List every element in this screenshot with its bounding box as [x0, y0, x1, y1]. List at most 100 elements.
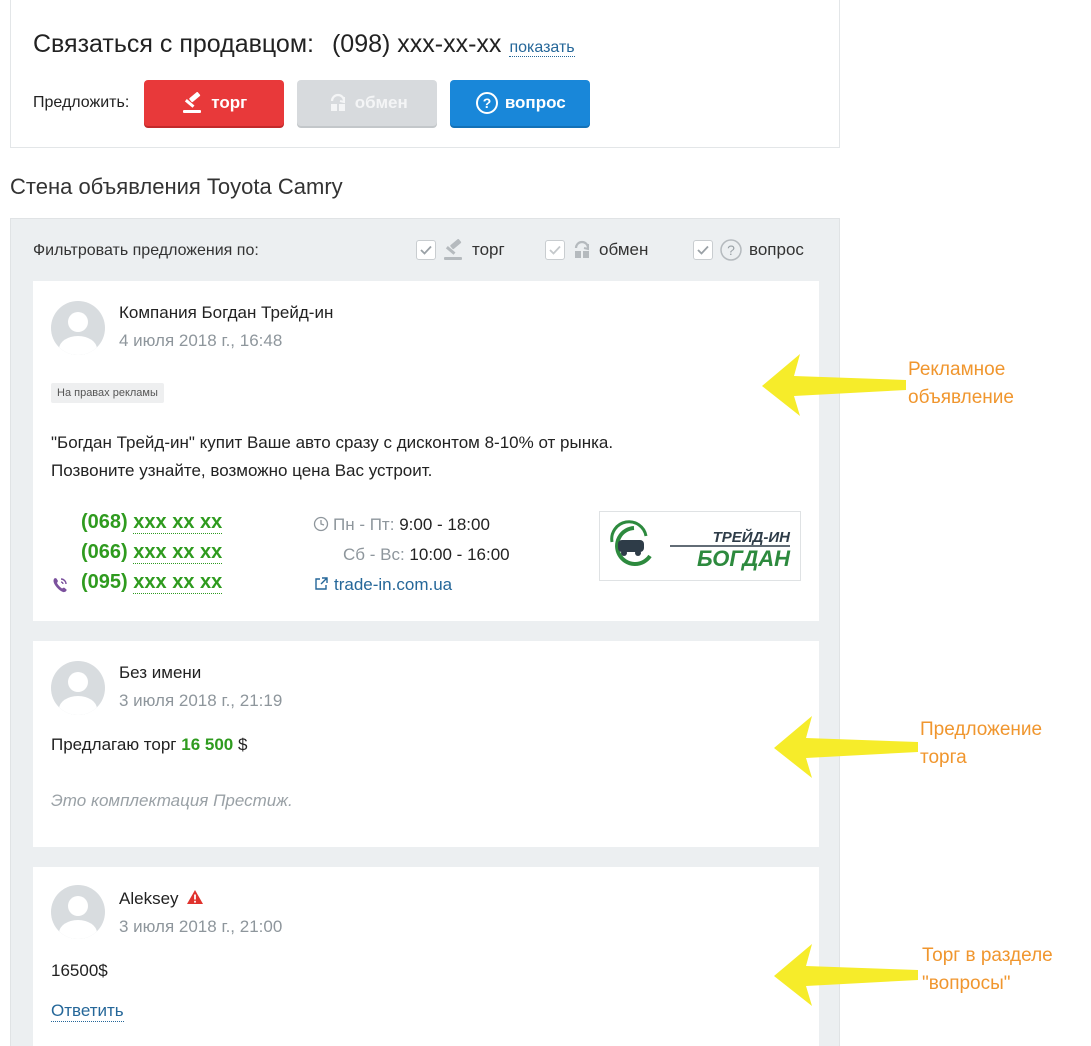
annotation-line: Предложение — [920, 719, 1043, 740]
torg-price: 16 500 — [181, 735, 234, 754]
ad-text-line: "Богдан Трейд-ин" купит Ваше авто сразу … — [51, 433, 614, 452]
post-author[interactable]: Компания Богдан Трейд-ин — [119, 303, 333, 323]
ad-phone[interactable]: (095) xxx xx xx — [51, 571, 223, 601]
ad-text-line: Позвоните узнайте, возможно цена Вас уст… — [51, 461, 433, 480]
post-date: 3 июля 2018 г., 21:19 — [119, 691, 283, 710]
trade-in-logo-icon: ТРЕЙД-ИН БОГДАН — [610, 520, 792, 571]
exchange-icon — [330, 93, 345, 111]
gavel-icon — [444, 239, 462, 260]
business-hours: Пн - Пт: 9:00 - 18:00 Сб - Вс: 10:00 - 1… — [313, 515, 510, 605]
svg-text:БОГДАН: БОГДАН — [697, 546, 791, 571]
phone-code: (095) — [81, 571, 128, 593]
phone-number: xxx xx xx — [133, 541, 223, 564]
site-link[interactable]: trade-in.com.ua — [313, 575, 510, 605]
gavel-icon — [183, 92, 202, 113]
vopros-button[interactable]: ? вопрос — [450, 80, 591, 126]
filter-torg[interactable]: торг — [416, 236, 505, 264]
hours-weekdays: Пн - Пт: 9:00 - 18:00 — [313, 515, 510, 545]
checkbox-torg[interactable] — [416, 240, 436, 260]
hours-weekdays-value: 9:00 - 18:00 — [399, 515, 490, 534]
torg-offer: Предлагаю торг 16 500 $ — [51, 735, 247, 755]
seller-phone: (098) xxx-xx-xx — [331, 30, 502, 58]
bogdan-trade-in-logo[interactable]: ТРЕЙД-ИН БОГДАН — [599, 511, 801, 581]
show-phone-link[interactable]: показать — [509, 39, 575, 57]
contact-seller-row: Связаться с продавцом: (098) xxx-xx-xx пок… — [33, 30, 575, 59]
annotation-line: "вопросы" — [922, 973, 1011, 994]
post-date: 3 июля 2018 г., 21:00 — [119, 917, 283, 936]
question-text: 16500$ — [51, 961, 108, 980]
torg-button[interactable]: торг — [144, 80, 285, 126]
post-author: Без имени — [119, 663, 202, 682]
annotation-ad: Рекламное объявление — [908, 356, 1014, 412]
obmen-button[interactable]: обмен — [297, 80, 438, 126]
checkbox-vopros[interactable] — [693, 240, 713, 260]
obmen-button-label: обмен — [354, 93, 408, 112]
torg-comment: Это комплектация Престиж. — [51, 791, 293, 810]
annotation-line: объявление — [908, 387, 1014, 408]
svg-text:?: ? — [727, 242, 735, 258]
ad-phone[interactable]: (066) xxx xx xx — [51, 541, 223, 571]
checkmark-icon — [549, 245, 561, 255]
hours-weekend-value: 10:00 - 16:00 — [409, 545, 510, 564]
filter-obmen-label: обмен — [599, 240, 649, 259]
question-post-card: Aleksey 3 июля 2018 г., 21:00 16500$ Отв… — [33, 867, 819, 1046]
offer-row: Предложить: торг обмен ? вопрос — [33, 80, 603, 126]
annotation-torg: Предложение торга — [920, 716, 1042, 772]
wall-title: Стена объявления Toyota Camry — [10, 174, 343, 199]
checkbox-obmen[interactable] — [545, 240, 565, 260]
phone-number: xxx xx xx — [133, 511, 223, 534]
viber-icon — [53, 578, 67, 593]
offers-wall: Фильтровать предложения по: торг обмен ?… — [10, 218, 840, 1046]
user-silhouette-icon — [59, 896, 97, 939]
avatar — [51, 661, 105, 715]
annotation-line: Рекламное — [908, 359, 1006, 380]
contact-seller-label: Связаться с продавцом: — [33, 30, 314, 58]
post-author: Aleksey — [119, 889, 179, 908]
question-icon: ? — [720, 239, 742, 261]
filter-obmen[interactable]: обмен — [545, 236, 648, 264]
annotation-line: Торг в разделе — [922, 945, 1053, 966]
clock-icon — [313, 516, 329, 532]
hours-weekdays-label: Пн - Пт: — [333, 515, 395, 534]
hours-weekend: Сб - Вс: 10:00 - 16:00 — [313, 545, 510, 575]
ad-post-card: Компания Богдан Трейд-ин 4 июля 2018 г.,… — [33, 281, 819, 621]
filter-label: Фильтровать предложения по: — [33, 242, 259, 259]
torg-currency: $ — [237, 735, 248, 754]
annotation-question: Торг в разделе "вопросы" — [922, 942, 1053, 998]
annotation-arrow-icon — [762, 354, 906, 416]
site-link-text: trade-in.com.ua — [334, 575, 453, 594]
user-silhouette-icon — [59, 672, 97, 715]
svg-text:ТРЕЙД-ИН: ТРЕЙД-ИН — [713, 528, 792, 546]
checkmark-icon — [420, 245, 432, 255]
checkmark-icon — [697, 245, 709, 255]
svg-text:?: ? — [483, 95, 492, 111]
annotation-arrow-icon — [774, 944, 918, 1006]
phone-code: (066) — [81, 541, 128, 563]
filter-vopros[interactable]: ? вопрос — [693, 236, 804, 264]
ad-phones: (068) xxx xx xx (066) xxx xx xx (095) xx… — [51, 511, 223, 601]
post-author-row: Aleksey — [119, 889, 204, 909]
annotation-arrow-icon — [774, 716, 918, 778]
reply-link[interactable]: Ответить — [51, 1001, 124, 1022]
phone-number: xxx xx xx — [133, 571, 223, 594]
user-silhouette-icon — [59, 312, 97, 355]
annotation-line: торга — [920, 747, 967, 768]
avatar — [51, 885, 105, 939]
warning-icon[interactable] — [186, 889, 204, 905]
hours-weekend-label: Сб - Вс: — [343, 545, 405, 564]
question-icon: ? — [475, 92, 498, 114]
external-link-icon — [315, 577, 328, 590]
phone-code: (068) — [81, 511, 128, 533]
torg-button-label: торг — [211, 93, 248, 112]
offer-label: Предложить: — [33, 94, 130, 111]
post-date: 4 июля 2018 г., 16:48 — [119, 331, 283, 350]
filter-torg-label: торг — [472, 240, 505, 259]
vopros-button-label: вопрос — [504, 93, 566, 112]
torg-post-card: Без имени 3 июля 2018 г., 21:19 Предлага… — [33, 641, 819, 847]
exchange-icon — [574, 240, 590, 258]
advertising-badge: На правах рекламы — [51, 383, 164, 403]
ad-phone[interactable]: (068) xxx xx xx — [51, 511, 223, 541]
ad-text: "Богдан Трейд-ин" купит Ваше авто сразу … — [51, 429, 613, 485]
contact-seller-panel: Связаться с продавцом: (098) xxx-xx-xx пок… — [10, 0, 840, 148]
torg-offer-prefix: Предлагаю торг — [51, 735, 177, 754]
